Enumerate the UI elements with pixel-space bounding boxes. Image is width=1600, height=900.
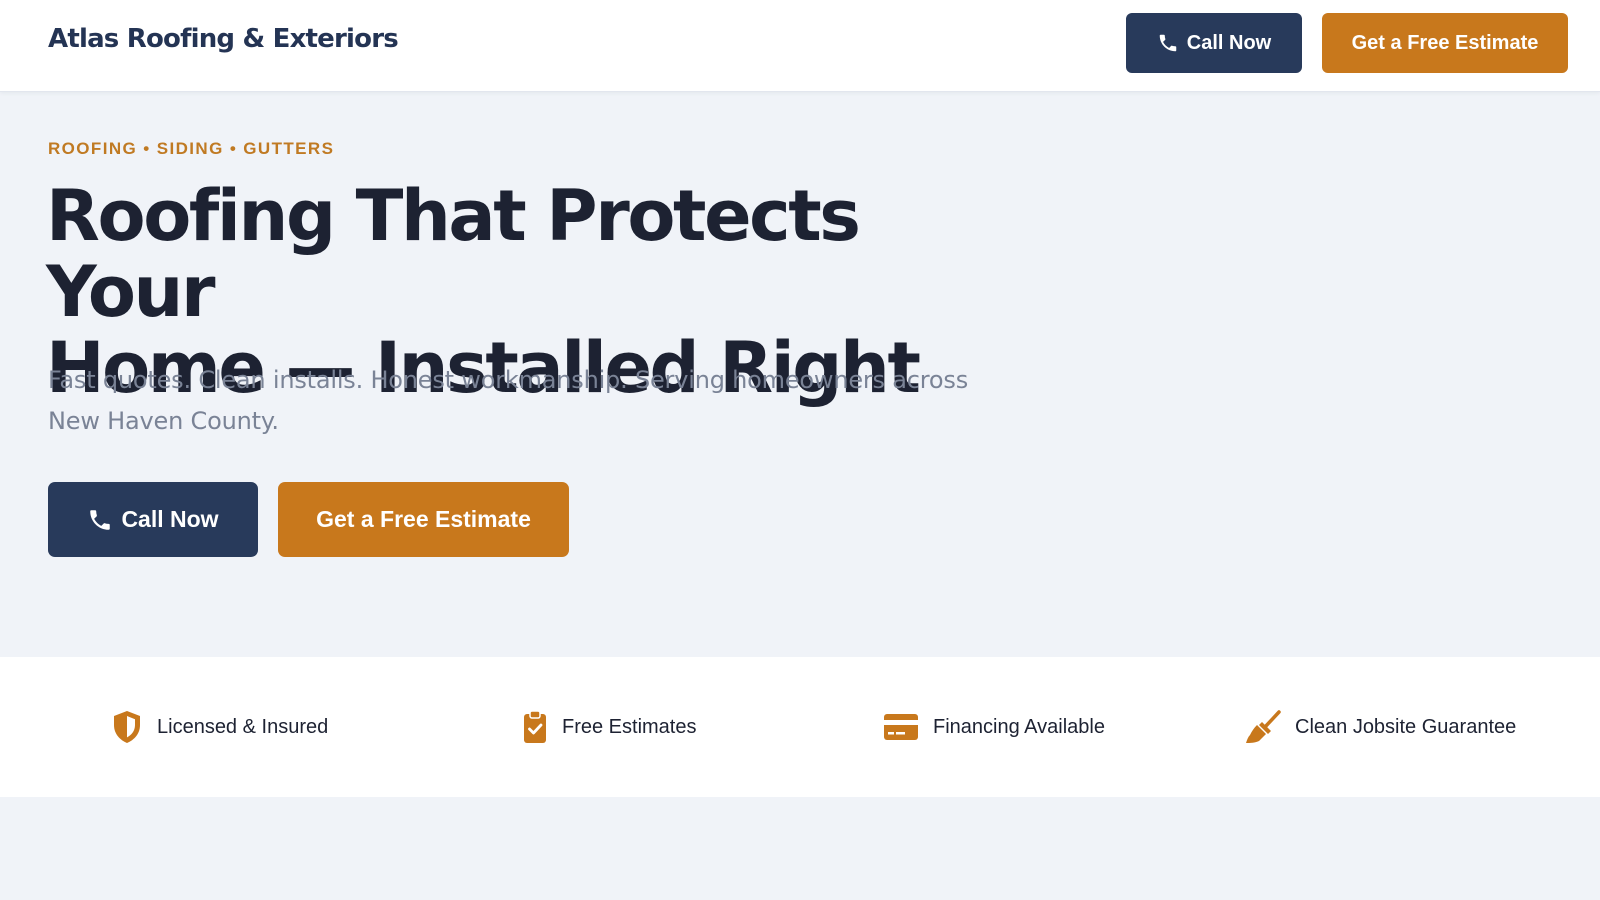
hero-estimate-button[interactable]: Get a Free Estimate: [278, 482, 569, 557]
header-call-label: Call Now: [1186, 31, 1272, 54]
trust-item-jobsite: Clean Jobsite Guarantee: [1245, 657, 1516, 797]
hero-headline-line1: Roofing That Protects Your: [46, 175, 861, 333]
shield-icon: [111, 710, 143, 744]
hero-estimate-label: Get a Free Estimate: [316, 506, 531, 532]
trust-item-licensed: Licensed & Insured: [111, 657, 328, 797]
header-estimate-button[interactable]: Get a Free Estimate: [1322, 13, 1568, 73]
trust-label: Free Estimates: [562, 715, 697, 738]
header-estimate-label: Get a Free Estimate: [1351, 31, 1539, 54]
credit-card-icon: [883, 712, 919, 742]
brand-logo[interactable]: Atlas Roofing & Exteriors: [48, 24, 399, 54]
hero-call-button[interactable]: Call Now: [48, 482, 258, 557]
trust-label: Financing Available: [933, 715, 1105, 738]
broom-icon: [1245, 710, 1281, 744]
phone-icon: [1157, 32, 1179, 54]
trust-label: Clean Jobsite Guarantee: [1295, 715, 1517, 738]
trust-bar: Licensed & Insured Free Estimates Financ…: [0, 657, 1600, 797]
phone-icon: [87, 507, 113, 533]
trust-item-financing: Financing Available: [883, 657, 1105, 797]
trust-item-estimates: Free Estimates: [522, 657, 696, 797]
site-header: Atlas Roofing & Exteriors Call Now Get a…: [0, 0, 1600, 92]
header-call-button[interactable]: Call Now: [1126, 13, 1302, 73]
clipboard-check-icon: [522, 710, 548, 744]
hero-subtext: Fast quotes. Clean installs. Honest work…: [48, 366, 969, 435]
hero-call-label: Call Now: [121, 506, 219, 532]
trust-label: Licensed & Insured: [157, 715, 329, 738]
hero-eyebrow: ROOFING • SIDING • GUTTERS: [48, 139, 335, 158]
